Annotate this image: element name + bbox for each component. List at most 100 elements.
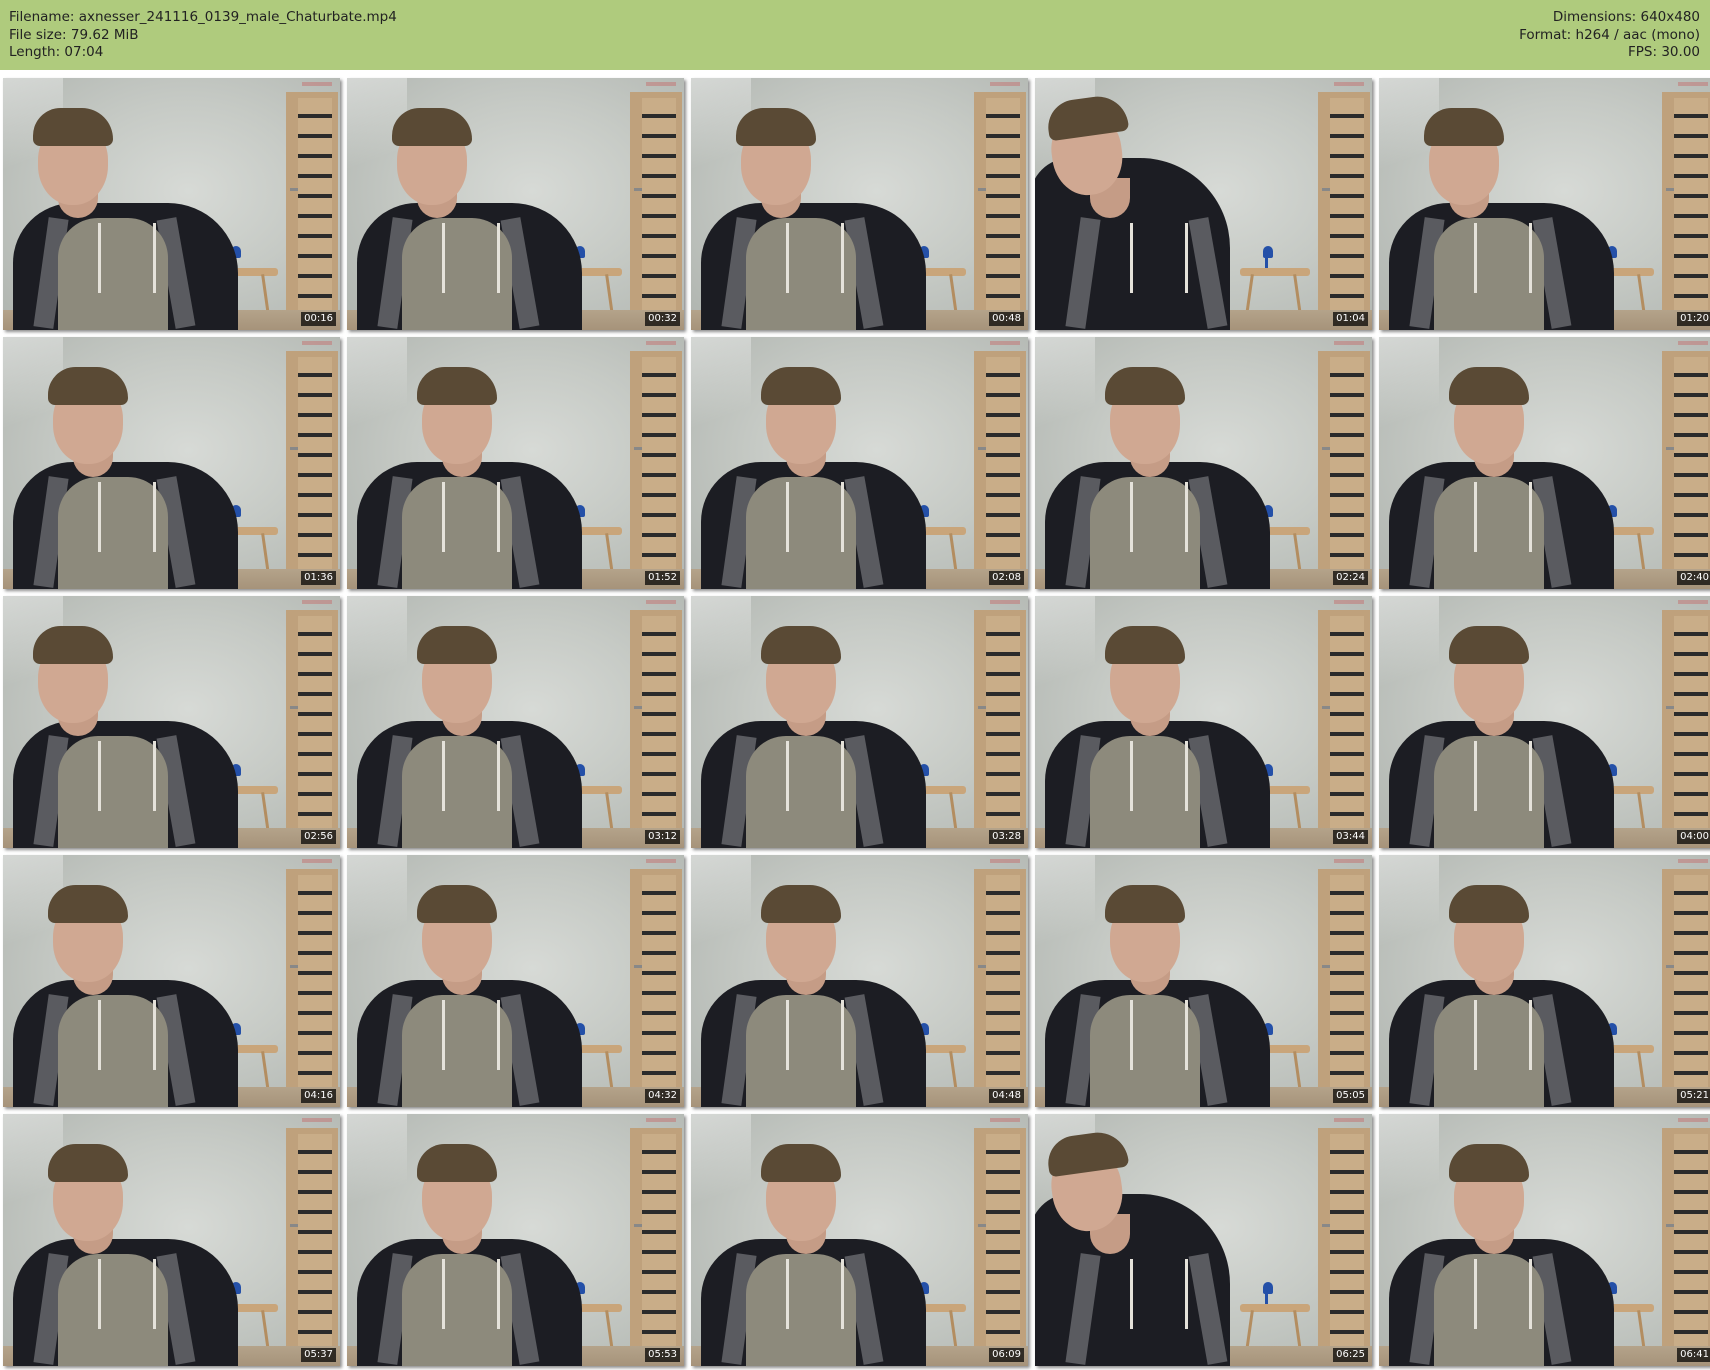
person-hair [1105, 367, 1185, 405]
hoodie-cord [1185, 223, 1188, 293]
frame-door-handle [978, 447, 986, 450]
hoodie-cord [1529, 482, 1532, 552]
hoodie-cord [1474, 1000, 1477, 1070]
person-hair [417, 626, 497, 664]
video-thumbnail: 03:12 [347, 596, 684, 848]
timestamp-label: 06:41 [1677, 1348, 1710, 1362]
person-hair [761, 626, 841, 664]
frame-door-handle [634, 706, 642, 709]
info-header: Filename: axnesser_241116_0139_male_Chat… [0, 0, 1710, 70]
frame-door-panel [642, 875, 676, 1107]
person-shirt [746, 1254, 856, 1366]
watermark [646, 341, 676, 345]
hoodie-cord [153, 482, 156, 552]
frame-door-handle [1666, 1224, 1674, 1227]
watermark [302, 859, 332, 863]
watermark [990, 859, 1020, 863]
watermark [302, 1118, 332, 1122]
video-thumbnail: 00:32 [347, 78, 684, 330]
person-hair [761, 367, 841, 405]
hoodie-cord [1130, 741, 1133, 811]
timestamp-label: 05:53 [645, 1348, 680, 1362]
person-shirt [746, 477, 856, 589]
frame-door-handle [290, 447, 298, 450]
hoodie-cord [153, 1259, 156, 1329]
timestamp-label: 01:04 [1333, 312, 1368, 326]
timestamp-label: 00:16 [301, 312, 336, 326]
hoodie-cord [442, 1000, 445, 1070]
frame-shelf [1379, 337, 1439, 447]
timestamp-label: 04:32 [645, 1089, 680, 1103]
frame-door-handle [1322, 447, 1330, 450]
person-hair [392, 108, 472, 146]
frame-door-panel [298, 1134, 332, 1366]
watermark [1678, 859, 1708, 863]
video-thumbnail: 00:16 [3, 78, 340, 330]
frame-door-handle [978, 706, 986, 709]
frame-door-handle [1322, 965, 1330, 968]
video-thumbnail: 04:48 [691, 855, 1028, 1107]
hoodie-cord [497, 741, 500, 811]
person-hair [761, 885, 841, 923]
frame-door-panel [642, 616, 676, 848]
person-shirt [58, 1254, 168, 1366]
frame-door-panel [986, 616, 1020, 848]
format-label: Format: h264 / aac (mono) [1519, 26, 1700, 43]
watermark [1678, 600, 1708, 604]
frame-door-handle [634, 447, 642, 450]
timestamp-label: 02:56 [301, 830, 336, 844]
timestamp-label: 02:24 [1333, 571, 1368, 585]
timestamp-label: 03:44 [1333, 830, 1368, 844]
frame-door-handle [1666, 447, 1674, 450]
frame-door-panel [642, 1134, 676, 1366]
watermark [1678, 82, 1708, 86]
frame-lamp-stand [1265, 258, 1268, 268]
person-shirt [1090, 477, 1200, 589]
video-thumbnail: 06:09 [691, 1114, 1028, 1366]
frame-door-panel [1674, 616, 1708, 848]
person-hair [33, 108, 113, 146]
person-hair [1424, 108, 1504, 146]
person-hair [1449, 367, 1529, 405]
timestamp-label: 05:21 [1677, 1089, 1710, 1103]
hoodie-cord [497, 482, 500, 552]
person-shirt [746, 736, 856, 848]
timestamp-label: 05:37 [301, 1348, 336, 1362]
frame-shelf [347, 337, 407, 447]
hoodie-cord [1185, 1259, 1188, 1329]
hoodie-cord [841, 482, 844, 552]
hoodie-cord [841, 223, 844, 293]
watermark [646, 82, 676, 86]
person-hair [736, 108, 816, 146]
watermark [990, 1118, 1020, 1122]
watermark [646, 859, 676, 863]
timestamp-label: 00:48 [989, 312, 1024, 326]
video-thumbnail: 05:21 [1379, 855, 1710, 1107]
watermark [646, 600, 676, 604]
hoodie-cord [786, 741, 789, 811]
frame-door-handle [1322, 1224, 1330, 1227]
frame-lamp-stand [1265, 1294, 1268, 1304]
hoodie-cord [1529, 1259, 1532, 1329]
thumbnail-grid: 00:16 00:32 00:48 01:04 01:20 01:36 01:52 02:08… [3, 78, 1710, 1368]
person-hair [1449, 1144, 1529, 1182]
hoodie-cord [841, 1259, 844, 1329]
frame-shelf [691, 1114, 751, 1224]
fps-label: FPS: 30.00 [1628, 44, 1700, 60]
timestamp-label: 06:25 [1333, 1348, 1368, 1362]
video-thumbnail: 03:28 [691, 596, 1028, 848]
frame-door-handle [634, 965, 642, 968]
frame-shelf [1035, 337, 1095, 447]
hoodie-cord [98, 223, 101, 293]
watermark [302, 341, 332, 345]
video-thumbnail: 02:24 [1035, 337, 1372, 589]
timestamp-label: 04:00 [1677, 830, 1710, 844]
watermark [1334, 600, 1364, 604]
frame-shelf [1035, 596, 1095, 706]
frame-door-panel [1330, 98, 1364, 330]
timestamp-label: 03:12 [645, 830, 680, 844]
hoodie-cord [786, 223, 789, 293]
frame-door-handle [1666, 965, 1674, 968]
timestamp-label: 01:52 [645, 571, 680, 585]
person-hair [417, 885, 497, 923]
